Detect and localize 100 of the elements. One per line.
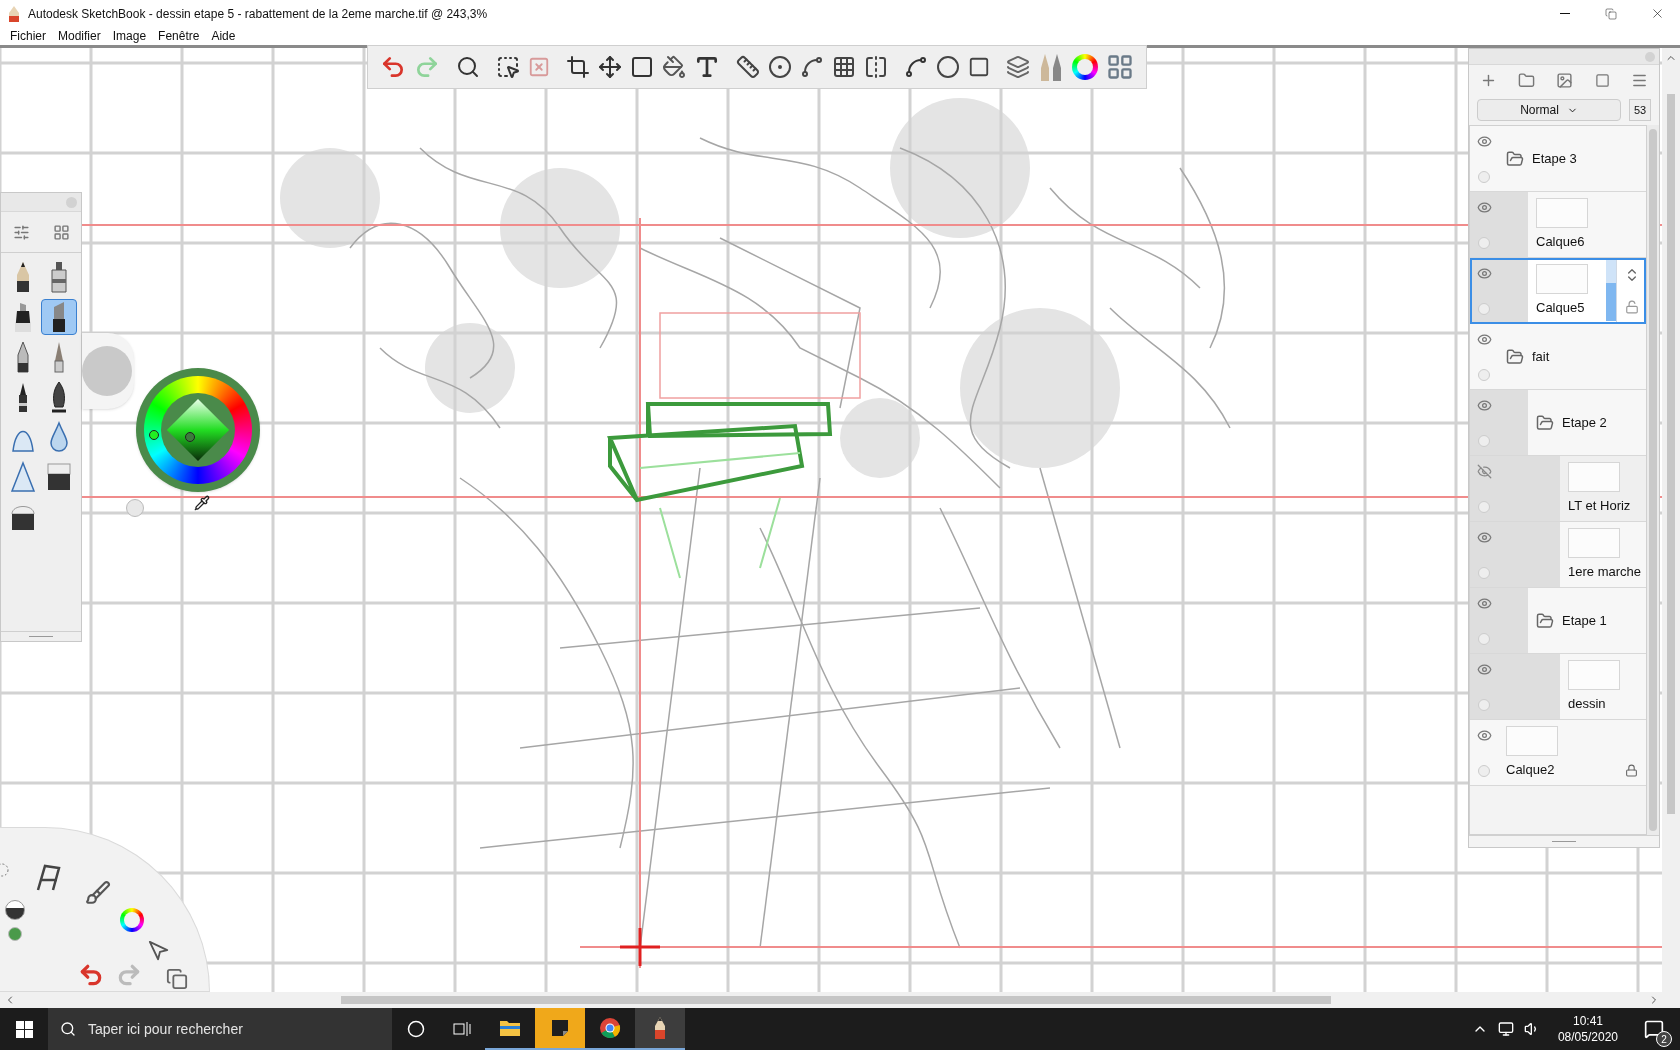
curve-icon[interactable]	[904, 55, 928, 79]
shapes-icon[interactable]	[968, 56, 990, 78]
search-icon	[60, 1021, 76, 1037]
layer-row[interactable]: dessin	[1470, 654, 1646, 720]
menu-item[interactable]: Fichier	[4, 27, 52, 45]
restore-icon	[1605, 7, 1617, 20]
folder-icon	[1536, 611, 1554, 630]
network-icon[interactable]	[1497, 1021, 1514, 1037]
menu-item[interactable]: Modifier	[52, 27, 107, 45]
move-icon[interactable]	[598, 55, 622, 79]
eye-icon[interactable]	[1476, 332, 1492, 347]
window-title: Autodesk SketchBook - dessin etape 5 - rabattement de la 2eme marche.tif @ 243,3%	[28, 5, 488, 23]
pencil-icon	[653, 1016, 667, 1040]
pointer-icon[interactable]	[148, 940, 170, 962]
layers-icon[interactable]	[1006, 55, 1030, 79]
cortana-icon[interactable]	[407, 1020, 425, 1038]
notification-badge: 2	[1656, 1031, 1672, 1047]
layer-thumbnail	[1506, 725, 1558, 756]
eye-icon[interactable]	[1476, 200, 1492, 215]
time: 10:41	[1572, 1013, 1603, 1029]
eraser-icon	[46, 462, 72, 492]
eye-icon[interactable]	[1476, 662, 1492, 677]
undo-icon[interactable]	[78, 962, 104, 988]
hue-handle[interactable]	[149, 430, 159, 440]
menu-item[interactable]: Image	[106, 27, 153, 45]
brush-button[interactable]	[41, 299, 77, 335]
text-tool-icon[interactable]	[694, 54, 720, 80]
crop-icon[interactable]	[566, 55, 590, 79]
taskbar-app[interactable]	[535, 1008, 585, 1050]
minimize-icon	[1560, 13, 1570, 14]
layer-thumbnail	[1536, 197, 1588, 228]
layer-thumbnail	[1568, 527, 1620, 558]
layer-name: Calque6	[1536, 232, 1586, 251]
eye-icon[interactable]	[1476, 596, 1492, 611]
selection-icon[interactable]	[496, 55, 520, 79]
brush-icon[interactable]	[85, 880, 111, 906]
layer-name: Etape 2	[1562, 413, 1607, 432]
brush-library-icon[interactable]	[52, 223, 70, 241]
task-view-icon[interactable]	[453, 1021, 471, 1037]
saturation-handle[interactable]	[185, 432, 195, 442]
color-wheel-icon[interactable]	[1072, 54, 1098, 80]
blend-mode-dropdown[interactable]: Normal	[1477, 99, 1621, 121]
water-drop-icon	[48, 421, 70, 453]
french-curve-icon[interactable]	[800, 55, 824, 79]
eye-icon[interactable]	[1476, 134, 1492, 149]
layer-name: Calque5	[1536, 298, 1586, 317]
menu-item[interactable]: Aide	[205, 27, 242, 45]
workspace-icon[interactable]	[1106, 53, 1134, 81]
scrollbar-thumb[interactable]	[341, 996, 1331, 1004]
brush-settings-icon[interactable]	[12, 223, 30, 241]
eye-icon[interactable]	[1476, 266, 1492, 281]
circle-icon[interactable]	[936, 55, 960, 79]
layer-icon[interactable]	[1594, 72, 1610, 88]
triangle-tool-icon	[10, 461, 36, 493]
ruler-icon[interactable]	[736, 55, 760, 79]
layer-row[interactable]: fait	[1470, 324, 1646, 390]
layer-name: LT et Horiz	[1568, 496, 1632, 515]
image-icon[interactable]	[1556, 71, 1574, 89]
layer-row[interactable]: Etape 1	[1470, 588, 1646, 654]
unlock-icon[interactable]	[1624, 300, 1639, 315]
layer-row[interactable]: Calque2	[1470, 720, 1646, 786]
layers-icon[interactable]	[166, 968, 188, 990]
taskbar-app[interactable]	[635, 1008, 685, 1050]
taskbar-search-field[interactable]: Taper ici pour rechercher	[48, 1008, 392, 1050]
opacity-slider[interactable]	[1606, 260, 1616, 321]
layer-row[interactable]: LT et Horiz	[1470, 456, 1646, 522]
layer-thumbnail	[1536, 263, 1588, 294]
layer-row[interactable]: Etape 3	[1470, 126, 1646, 192]
layer-row[interactable]: Calque5	[1470, 258, 1646, 324]
menu-item[interactable]: Fenêtre	[152, 27, 206, 45]
current-color-swatch[interactable]	[82, 346, 132, 396]
color-puck[interactable]	[82, 333, 134, 409]
eyedropper-icon[interactable]	[194, 495, 210, 511]
layer-row[interactable]: 1ere marche	[1470, 522, 1646, 588]
distort-icon[interactable]	[630, 55, 654, 79]
airbrush-icon	[48, 261, 70, 293]
folder-icon	[1506, 149, 1524, 168]
ellipse-guide-icon[interactable]	[768, 55, 792, 79]
folder-icon[interactable]	[1518, 71, 1536, 89]
layer-name: Etape 1	[1562, 611, 1607, 630]
windows-logo-icon	[15, 1020, 33, 1038]
fill-bucket-icon[interactable]	[662, 55, 686, 79]
eye-icon[interactable]	[1476, 728, 1492, 743]
undo-icon[interactable]	[380, 54, 406, 80]
folder-icon	[499, 1019, 521, 1037]
eye-icon[interactable]	[1476, 530, 1492, 545]
scrollbar-thumb[interactable]	[1667, 94, 1675, 814]
symmetry-icon[interactable]	[864, 55, 888, 79]
date: 08/05/2020	[1557, 1029, 1618, 1045]
marker-icon	[12, 301, 34, 333]
opacity-field[interactable]: 53	[1629, 99, 1651, 121]
eye-off-icon[interactable]	[1476, 464, 1492, 479]
perspective-grid-icon[interactable]	[832, 55, 856, 79]
clock[interactable]: 10:41 08/05/2020	[1549, 1013, 1626, 1045]
layer-row[interactable]: Etape 2	[1470, 390, 1646, 456]
eye-icon[interactable]	[1476, 398, 1492, 413]
browser-icon	[599, 1017, 621, 1039]
layer-row[interactable]: Calque6	[1470, 192, 1646, 258]
layer-thumbnail	[1568, 659, 1620, 690]
search-icon[interactable]	[456, 55, 480, 79]
